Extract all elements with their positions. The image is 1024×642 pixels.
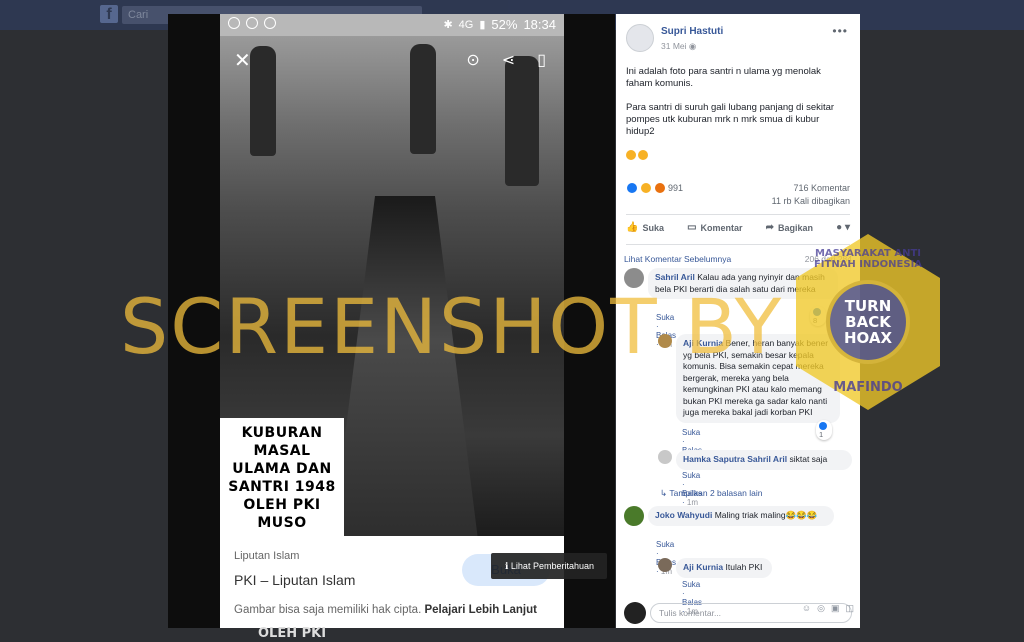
soldier-figure — [505, 56, 539, 186]
source-site: Liputan Islam — [234, 550, 300, 562]
messenger-icon — [228, 17, 240, 29]
comment-bubble: Aji Kurnia Itulah PKI — [676, 558, 772, 578]
facebook-logo-icon[interactable]: f — [100, 5, 118, 23]
share-count[interactable]: 11 rb Kali dibagikan — [772, 195, 850, 208]
phone-status-bar: ✱ 4G ▮ 52% 18:34 — [220, 14, 564, 36]
network-label: 4G — [458, 18, 474, 31]
post-text: Ini adalah foto para santri n ulama yg m… — [626, 66, 846, 164]
avatar[interactable] — [624, 506, 644, 526]
share-arrow-icon: ➦ — [765, 222, 775, 233]
badge-center-text: TURN BACK HOAX — [843, 297, 893, 347]
screenshot-watermark: SCREENSHOT BY — [120, 282, 784, 371]
thumbs-up-icon: 👍 — [626, 222, 639, 233]
badge-bottom-text: MAFINDO — [833, 380, 903, 395]
soldier-figure — [250, 46, 276, 156]
bookmark-icon[interactable]: ▯ — [537, 50, 546, 70]
avatar[interactable] — [658, 450, 672, 464]
battery-level: 52% — [491, 17, 518, 32]
author-avatar[interactable] — [626, 24, 654, 52]
photo-caption: KUBURAN MASAL ULAMA DAN SANTRI 1948 OLEH… — [220, 418, 344, 536]
badge-org-name: MASYARAKAT ANTI FITNAH INDONESIA — [813, 248, 923, 270]
avatar[interactable] — [658, 558, 672, 572]
image-source-panel: Liputan Islam PKI – Liputan Islam Buka G… — [220, 536, 564, 628]
comment-button[interactable]: ▭ Komentar — [687, 222, 742, 233]
comment-count[interactable]: 716 Komentar — [772, 182, 850, 195]
post-author[interactable]: Supri Hastuti — [661, 26, 723, 37]
gif-icon[interactable]: ▣ — [831, 603, 840, 614]
divider — [626, 214, 850, 215]
reaction-count: 991 — [668, 183, 684, 193]
globe-icon: ◉ — [688, 41, 697, 51]
mafindo-badge: MASYARAKAT ANTI FITNAH INDONESIA TURN BA… — [796, 234, 940, 410]
close-icon[interactable]: ✕ — [234, 48, 251, 73]
bluetooth-icon: ✱ — [443, 19, 453, 31]
smiley-icon — [264, 17, 276, 29]
lens-icon[interactable]: ⊙ — [466, 50, 479, 70]
soldier-figure — [410, 44, 436, 154]
share-icon[interactable]: ⋖ — [502, 50, 515, 70]
comment-bubble: Hamka Saputra Sahril Aril siktat saja — [676, 450, 852, 470]
audience-selector[interactable]: ● ▾ — [836, 222, 850, 233]
previous-comments-link[interactable]: Lihat Komentar Sebelumnya — [624, 254, 731, 264]
clock: 18:34 — [523, 17, 556, 32]
image-icon — [246, 17, 258, 29]
more-options-icon[interactable]: ••• — [832, 24, 848, 38]
copyright-note: Gambar bisa saja memiliki hak cipta. Pel… — [234, 604, 537, 616]
camera-icon[interactable]: ◎ — [817, 603, 825, 614]
show-more-replies-link[interactable]: ↳ Tampilkan 2 balasan lain — [660, 488, 762, 499]
sticker-icon[interactable]: ◫ — [845, 603, 854, 614]
caption-overflow-text: OLEH PKI — [258, 626, 327, 641]
post-date[interactable]: 31 Mei ◉ — [661, 41, 696, 52]
emoji-icon[interactable]: ☺ — [802, 603, 811, 614]
source-title[interactable]: PKI – Liputan Islam — [234, 572, 355, 588]
sad-reaction-icon — [640, 182, 652, 194]
like-button[interactable]: 👍 Suka — [626, 222, 664, 233]
comment-composer: Tulis komentar... ☺ ◎ ▣ ◫ — [616, 600, 860, 628]
post-actions: 👍 Suka ▭ Komentar ➦ Bagikan ● ▾ — [626, 222, 850, 233]
avatar-dropdown-icon: ● ▾ — [836, 222, 850, 233]
reaction-summary[interactable]: 991 — [626, 182, 683, 194]
learn-more-link[interactable]: Pelajari Lebih Lanjut — [424, 604, 536, 616]
my-avatar[interactable] — [624, 602, 646, 624]
comment-like-count[interactable]: 1 — [816, 420, 832, 441]
like-reaction-icon — [626, 182, 638, 194]
signal-icon: ▮ — [479, 19, 486, 31]
comment-bubble: Joko Wahyudi Maling triak maling😂😂😂 — [648, 506, 834, 526]
angry-reaction-icon — [654, 182, 666, 194]
share-button[interactable]: ➦ Bagikan — [766, 222, 813, 233]
comment-icon: ▭ — [687, 222, 697, 233]
crying-emoji-icon — [626, 150, 846, 164]
notice-tooltip[interactable]: ℹ Lihat Pemberitahuan — [491, 553, 607, 579]
reply-arrow-icon: ↳ — [660, 488, 670, 498]
